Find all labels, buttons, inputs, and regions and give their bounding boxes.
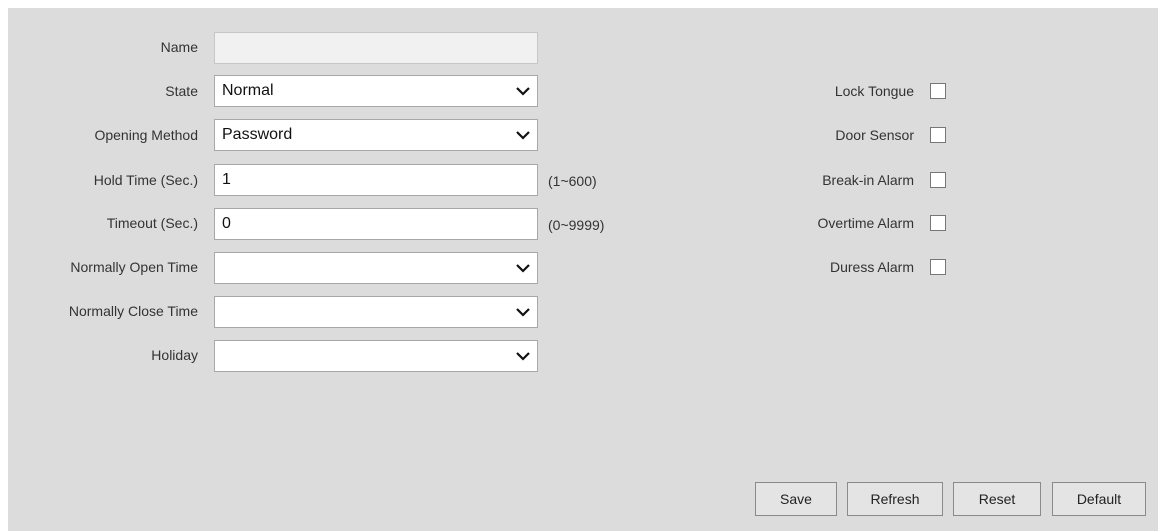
- chevron-down-icon: [516, 87, 530, 96]
- overtime-alarm-checkbox[interactable]: [930, 215, 946, 231]
- chevron-down-icon: [516, 308, 530, 317]
- hold-time-label: Hold Time (Sec.): [93, 172, 198, 188]
- hold-time-input[interactable]: 1: [214, 164, 538, 196]
- duress-alarm-label: Duress Alarm: [829, 259, 914, 275]
- break-in-alarm-checkbox[interactable]: [930, 172, 946, 188]
- default-button[interactable]: Default: [1052, 482, 1146, 516]
- opening-method-value: Password: [222, 126, 293, 143]
- opening-method-label: Opening Method: [94, 127, 198, 143]
- overtime-alarm-label: Overtime Alarm: [817, 215, 914, 231]
- chevron-down-icon: [516, 352, 530, 361]
- save-button[interactable]: Save: [755, 482, 837, 516]
- refresh-button[interactable]: Refresh: [847, 482, 943, 516]
- normally-open-time-label: Normally Open Time: [70, 259, 198, 275]
- duress-alarm-checkbox[interactable]: [930, 259, 946, 275]
- name-field: [214, 32, 538, 64]
- timeout-input[interactable]: 0: [214, 208, 538, 240]
- state-label: State: [165, 83, 198, 99]
- holiday-select[interactable]: [214, 340, 538, 372]
- timeout-value: 0: [222, 215, 231, 232]
- hold-time-range-hint: (1~600): [548, 173, 597, 189]
- chevron-down-icon: [516, 131, 530, 140]
- door-sensor-checkbox[interactable]: [930, 127, 946, 143]
- timeout-range-hint: (0~9999): [548, 217, 605, 233]
- normally-close-time-label: Normally Close Time: [68, 303, 198, 319]
- holiday-label: Holiday: [151, 347, 198, 363]
- lock-tongue-label: Lock Tongue: [834, 83, 914, 99]
- name-label: Name: [160, 39, 198, 55]
- state-value: Normal: [222, 82, 274, 99]
- state-select[interactable]: Normal: [214, 75, 538, 107]
- chevron-down-icon: [516, 264, 530, 273]
- normally-open-time-select[interactable]: [214, 252, 538, 284]
- lock-tongue-checkbox[interactable]: [930, 83, 946, 99]
- break-in-alarm-label: Break-in Alarm: [822, 172, 914, 188]
- reset-button[interactable]: Reset: [953, 482, 1041, 516]
- opening-method-select[interactable]: Password: [214, 119, 538, 151]
- hold-time-value: 1: [222, 171, 231, 188]
- door-sensor-label: Door Sensor: [835, 127, 914, 143]
- normally-close-time-select[interactable]: [214, 296, 538, 328]
- timeout-label: Timeout (Sec.): [106, 215, 198, 231]
